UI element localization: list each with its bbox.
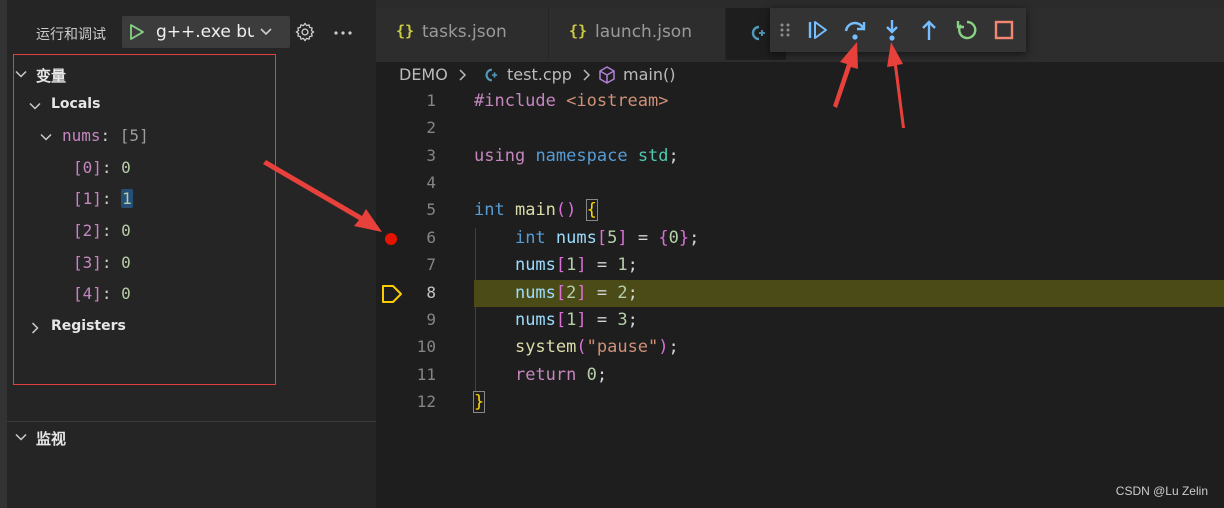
- code-text: return 0;: [514, 365, 608, 385]
- chevron-right-icon: [459, 69, 467, 81]
- breakpoint-icon[interactable]: [385, 233, 397, 245]
- tab-launch-json[interactable]: {} launch.json: [549, 8, 725, 60]
- cpp-file-icon: [485, 68, 498, 82]
- line-number: 2: [426, 118, 436, 137]
- code-line: 5 int main() {: [376, 197, 1224, 224]
- line-number: 9: [426, 310, 436, 329]
- code-text: int nums[5] = {0};: [514, 228, 700, 248]
- code-text: nums[1] = 1;: [514, 255, 638, 275]
- tab-bar-top: [376, 0, 1224, 8]
- line-number: 10: [416, 337, 436, 356]
- code-line: 12 }: [376, 389, 1224, 416]
- breadcrumb-root[interactable]: DEMO: [399, 65, 448, 84]
- code-line: 10 system("pause");: [376, 334, 1224, 361]
- step-over-icon[interactable]: [843, 18, 867, 42]
- tab-tasks-json[interactable]: {} tasks.json: [376, 8, 548, 60]
- launch-config-select[interactable]: g++.exe build: [122, 16, 290, 48]
- annotation-highlight-box: [13, 54, 276, 385]
- line-number: 7: [426, 255, 436, 274]
- stop-icon[interactable]: [992, 18, 1016, 42]
- code-text: int main() {: [474, 199, 598, 221]
- method-cube-icon: [599, 66, 615, 84]
- run-debug-header: 运行和调试 g++.exe build: [7, 8, 376, 54]
- watch-section-title: 监视: [36, 430, 67, 448]
- line-number: 8: [426, 283, 436, 302]
- code-text: using namespace std;: [474, 146, 679, 166]
- breadcrumb: DEMO test.cpp main(): [376, 62, 1224, 88]
- cpp-file-icon: [751, 25, 765, 41]
- code-line: 2: [376, 115, 1224, 142]
- code-line: 4: [376, 170, 1224, 197]
- code-line: 1 #include <iostream>: [376, 88, 1224, 115]
- tab-label: launch.json: [595, 22, 692, 42]
- more-actions-icon[interactable]: [333, 30, 353, 36]
- code-text: nums[2] = 2;: [514, 283, 638, 303]
- line-number: 1: [426, 91, 436, 110]
- json-braces-icon: {}: [396, 22, 415, 40]
- code-line: 9 nums[1] = 3;: [376, 307, 1224, 334]
- code-line-current: 8 nums[2] = 2;: [376, 280, 1224, 307]
- restart-icon[interactable]: [955, 18, 979, 42]
- start-debugging-icon[interactable]: [128, 23, 146, 41]
- line-number: 12: [416, 392, 436, 411]
- code-text: nums[1] = 3;: [514, 310, 638, 330]
- code-text: system("pause");: [514, 337, 679, 357]
- chevron-down-icon: [15, 433, 27, 441]
- code-text: #include <iostream>: [474, 91, 669, 111]
- chevron-right-icon: [583, 69, 591, 81]
- code-line: 11 return 0;: [376, 362, 1224, 389]
- code-line: 3 using namespace std;: [376, 143, 1224, 170]
- debug-toolbar: [770, 8, 1026, 52]
- section-divider: [7, 421, 376, 422]
- code-line: 6 int nums[5] = {0};: [376, 225, 1224, 252]
- continue-icon[interactable]: [806, 18, 830, 42]
- code-editor[interactable]: 1 #include <iostream> 2 3 using namespac…: [376, 88, 1224, 508]
- watch-section-header[interactable]: 监视: [7, 425, 376, 451]
- breadcrumb-file[interactable]: test.cpp: [507, 65, 572, 84]
- json-braces-icon: {}: [569, 22, 588, 40]
- launch-config-label: g++.exe build: [156, 22, 254, 42]
- watermark: CSDN @Lu Zelin: [1115, 484, 1208, 498]
- code-text: }: [472, 391, 486, 413]
- breadcrumb-symbol[interactable]: main(): [623, 65, 675, 84]
- line-number: 3: [426, 146, 436, 165]
- drag-handle-icon[interactable]: [778, 18, 792, 42]
- step-out-icon[interactable]: [917, 18, 941, 42]
- line-number: 6: [426, 228, 436, 247]
- step-into-icon[interactable]: [880, 18, 904, 42]
- tab-label: tasks.json: [422, 22, 507, 42]
- line-number: 4: [426, 173, 436, 192]
- line-number: 5: [426, 200, 436, 219]
- current-execution-arrow-icon: [382, 285, 402, 303]
- code-line: 7 nums[1] = 1;: [376, 252, 1224, 279]
- activity-bar-edge: [0, 0, 7, 508]
- line-number: 11: [416, 365, 436, 384]
- gear-icon[interactable]: [294, 21, 316, 43]
- run-debug-title: 运行和调试: [36, 27, 106, 43]
- chevron-down-icon: [260, 28, 272, 36]
